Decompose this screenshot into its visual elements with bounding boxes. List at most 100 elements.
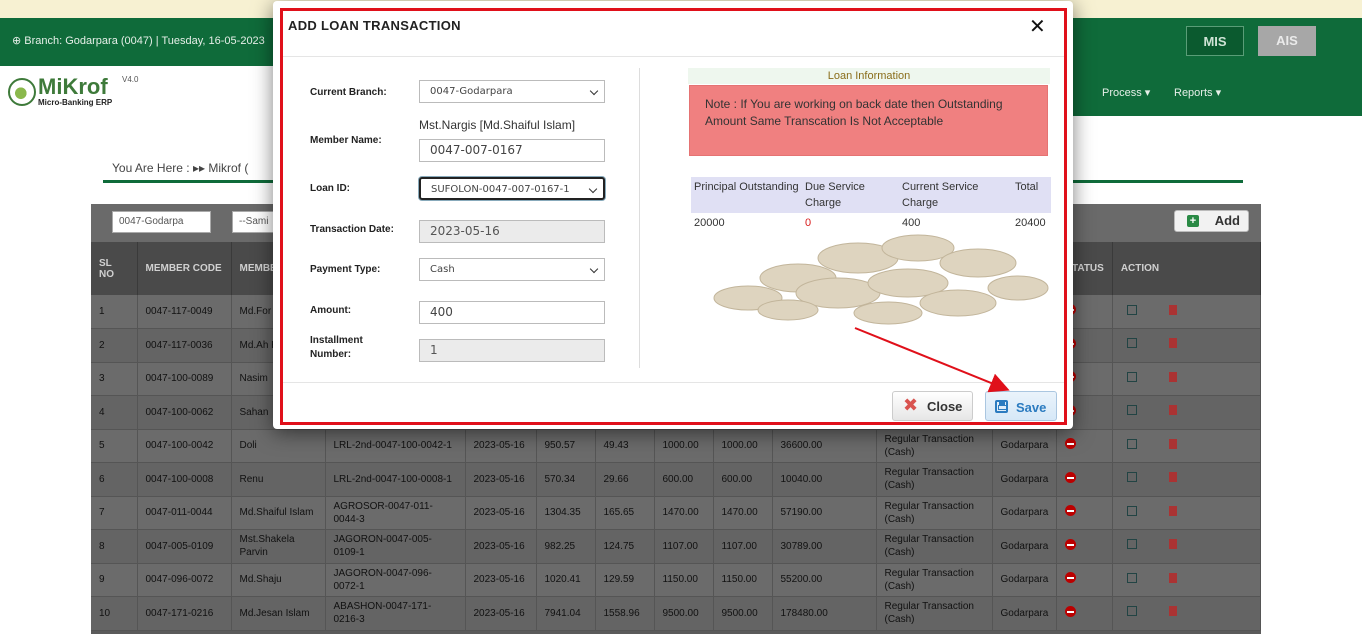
cell-name: Mst.Shakela Parvin: [231, 529, 326, 564]
minus-circle-icon[interactable]: [1065, 438, 1077, 450]
add-button-label: Add: [1214, 213, 1240, 228]
cell-branch: Godarpara: [992, 462, 1058, 497]
payment-type-label: Payment Type:: [310, 264, 381, 275]
due-service-charge-header: Due Service Charge: [802, 177, 899, 213]
current-branch-select[interactable]: 0047-Godarpara: [419, 80, 605, 103]
cell-amt: 1150.00: [654, 563, 714, 597]
edit-icon[interactable]: [1126, 438, 1137, 449]
cell-s: 49.43: [595, 429, 655, 463]
cell-sl: 9: [91, 563, 138, 597]
total-header: Total: [1012, 177, 1051, 213]
minus-circle-icon[interactable]: [1065, 471, 1077, 483]
cell-sl: 5: [91, 429, 138, 463]
cell-p: 7941.04: [536, 596, 596, 631]
save-button[interactable]: Save: [985, 391, 1057, 421]
cell-branch: Godarpara: [992, 529, 1058, 564]
table-row: 7 0047-011-0044 Md.Shaiful Islam AGROSOR-00…: [91, 496, 1262, 530]
close-button-label: Close: [927, 399, 963, 414]
amount-input[interactable]: 400: [419, 301, 605, 324]
cell-loan: JAGORON-0047-005-0109-1: [325, 529, 466, 564]
cell-code: 0047-096-0072: [137, 563, 232, 597]
cell-action: [1112, 295, 1262, 329]
trash-icon[interactable]: [1168, 606, 1177, 617]
cell-status: [1056, 496, 1113, 530]
cell-paid: 1470.00: [713, 496, 773, 530]
loan-info-table: Principal Outstanding Due Service Charge…: [691, 177, 1051, 233]
cell-date: 2023-05-16: [465, 563, 537, 597]
cell-sl: 1: [91, 295, 138, 329]
trash-icon[interactable]: [1168, 338, 1177, 349]
cell-date: 2023-05-16: [465, 529, 537, 564]
trash-icon[interactable]: [1168, 438, 1177, 449]
cell-p: 1020.41: [536, 563, 596, 597]
edit-icon[interactable]: [1126, 405, 1137, 416]
cell-bal: 55200.00: [772, 563, 877, 597]
branch-filter-select[interactable]: 0047-Godarpa: [112, 211, 211, 233]
trash-icon[interactable]: [1168, 539, 1177, 550]
current-branch-label: Current Branch:: [310, 87, 387, 98]
trash-icon[interactable]: [1168, 505, 1177, 516]
cell-amt: 600.00: [654, 462, 714, 497]
cell-status: [1056, 563, 1113, 597]
close-icon[interactable]: ✕: [1029, 17, 1046, 37]
loan-id-select[interactable]: SUFOLON-0047-007-0167-1: [419, 177, 605, 200]
edit-icon[interactable]: [1126, 505, 1137, 516]
edit-icon[interactable]: [1126, 472, 1137, 483]
cell-loan: AGROSOR-0047-011-0044-3: [325, 496, 466, 530]
member-code-input[interactable]: 0047-007-0167: [419, 139, 605, 162]
trash-icon[interactable]: [1168, 371, 1177, 382]
transaction-date-label: Transaction Date:: [310, 224, 394, 235]
trash-icon[interactable]: [1168, 472, 1177, 483]
edit-icon[interactable]: [1126, 572, 1137, 583]
cell-s: 124.75: [595, 529, 655, 564]
col-member-code: MEMBER CODE: [137, 242, 232, 295]
logo-text: MiKrof: [38, 74, 108, 99]
cell-bal: 30789.00: [772, 529, 877, 564]
floppy-disk-icon: [995, 400, 1008, 413]
transaction-date-input[interactable]: 2023-05-16: [419, 220, 605, 243]
cell-s: 29.66: [595, 462, 655, 497]
cell-name: Doli: [231, 429, 326, 463]
table-row: 8 0047-005-0109 Mst.Shakela Parvin JAGORON-…: [91, 529, 1262, 564]
modal-header-divider: [283, 56, 1065, 57]
ais-button[interactable]: AIS: [1258, 26, 1316, 56]
minus-circle-icon[interactable]: [1065, 605, 1077, 617]
close-button[interactable]: ✖ Close: [892, 391, 973, 421]
nav-reports[interactable]: Reports ▾: [1174, 86, 1221, 99]
minus-circle-icon[interactable]: [1065, 538, 1077, 550]
cell-paid: 1000.00: [713, 429, 773, 463]
edit-icon[interactable]: [1126, 371, 1137, 382]
cell-amt: 9500.00: [654, 596, 714, 631]
cell-action: [1112, 462, 1262, 497]
cell-s: 165.65: [595, 496, 655, 530]
main-nav: Process ▾ Reports ▾: [1040, 66, 1362, 116]
cell-date: 2023-05-16: [465, 496, 537, 530]
breadcrumb: You Are Here : ▸▸ Mikrof (: [112, 161, 249, 175]
cell-type: Regular Transaction (Cash): [876, 529, 993, 564]
cell-p: 950.57: [536, 429, 596, 463]
trash-icon[interactable]: [1168, 572, 1177, 583]
cell-paid: 1107.00: [713, 529, 773, 564]
minus-circle-icon[interactable]: [1065, 505, 1077, 517]
add-button[interactable]: + Add: [1174, 210, 1249, 232]
installment-number-input[interactable]: 1: [419, 339, 605, 362]
total-value: 20400: [1015, 217, 1046, 229]
cell-sl: 8: [91, 529, 138, 564]
edit-icon[interactable]: [1126, 539, 1137, 550]
minus-circle-icon[interactable]: [1065, 572, 1077, 584]
member-name-label: Member Name:: [310, 135, 382, 146]
nav-process[interactable]: Process ▾: [1102, 86, 1150, 99]
cell-action: [1112, 328, 1262, 363]
mis-button[interactable]: MIS: [1186, 26, 1244, 56]
due-service-charge-value: 0: [805, 217, 812, 229]
cell-name: Md.Jesan Islam: [231, 596, 326, 631]
edit-icon[interactable]: [1126, 606, 1137, 617]
cell-code: 0047-100-0062: [137, 395, 232, 430]
cell-p: 570.34: [536, 462, 596, 497]
edit-icon[interactable]: [1126, 304, 1137, 315]
payment-type-select[interactable]: Cash: [419, 258, 605, 281]
cell-loan: LRL-2nd-0047-100-0042-1: [325, 429, 466, 463]
trash-icon[interactable]: [1168, 304, 1177, 315]
edit-icon[interactable]: [1126, 338, 1137, 349]
trash-icon[interactable]: [1168, 405, 1177, 416]
